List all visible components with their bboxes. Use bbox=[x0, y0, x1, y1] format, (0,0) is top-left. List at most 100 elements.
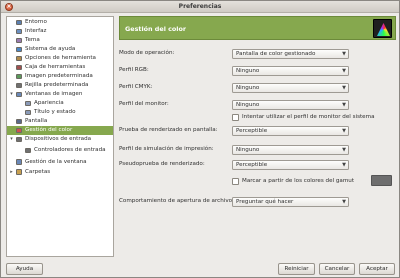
display-rendering-intent-label: Prueba de renderizado en pantalla: bbox=[119, 127, 218, 133]
cmyk-profile-value: Ninguno bbox=[236, 85, 260, 91]
tree-item-label: Interfaz bbox=[25, 28, 47, 34]
panel-header: Gestión del color bbox=[119, 16, 396, 40]
monitor-profile-label: Perfil del monitor: bbox=[119, 101, 169, 107]
interface-icon bbox=[16, 28, 22, 34]
color-triangle-icon bbox=[373, 19, 392, 38]
chevron-down-icon[interactable]: ▾ bbox=[9, 135, 14, 144]
cmyk-profile-label: Perfil CMYK: bbox=[119, 84, 153, 90]
tree-item-apariencia[interactable]: Apariencia bbox=[7, 99, 113, 108]
image-icon bbox=[16, 73, 22, 79]
monitor-profile-select[interactable]: Ninguno ▼ bbox=[232, 100, 349, 110]
print-simulation-profile-value: Ninguno bbox=[236, 147, 260, 153]
tree-item-interfaz[interactable]: Interfaz bbox=[7, 27, 113, 36]
tree-item-label: Ventanas de imagen bbox=[25, 91, 83, 97]
tree-item-pantalla[interactable]: Pantalla bbox=[7, 117, 113, 126]
panel-title: Gestión del color bbox=[125, 25, 187, 33]
tree-item-label: Pantalla bbox=[25, 118, 48, 124]
tree-item-label: Caja de herramientas bbox=[25, 64, 86, 70]
file-open-behavior-value: Preguntar qué hacer bbox=[236, 199, 294, 205]
file-open-behavior-select[interactable]: Preguntar qué hacer ▼ bbox=[232, 197, 349, 207]
operation-mode-label: Modo de operación: bbox=[119, 50, 175, 56]
reset-button[interactable]: Reiniciar bbox=[278, 263, 315, 275]
tree-item-gestion-de-la-ventana[interactable]: Gestión de la ventana bbox=[7, 157, 113, 167]
gamut-color-button[interactable] bbox=[371, 175, 392, 186]
operation-mode-value: Pantalla de color gestionado bbox=[236, 51, 316, 57]
chevron-down-icon[interactable]: ▾ bbox=[9, 90, 14, 99]
chevron-down-icon: ▼ bbox=[342, 147, 346, 153]
tree-item-label: Gestión de la ventana bbox=[25, 159, 87, 165]
cancel-button[interactable]: Cancelar bbox=[319, 263, 355, 275]
tree-item-dispositivos-de-entrada[interactable]: ▾ Dispositivos de entrada bbox=[7, 135, 113, 144]
rgb-profile-select[interactable]: Ninguno ▼ bbox=[232, 66, 349, 76]
appearance-icon bbox=[25, 100, 31, 106]
chevron-right-icon[interactable]: ▸ bbox=[9, 167, 14, 177]
tree-item-sistema-de-ayuda[interactable]: Sistema de ayuda bbox=[7, 45, 113, 54]
color-management-icon bbox=[16, 127, 22, 133]
tree-item-carpetas[interactable]: ▸ Carpetas bbox=[7, 167, 113, 177]
help-button[interactable]: Ayuda bbox=[6, 263, 43, 275]
preferences-window: × Preferencias Entorno Interfaz Tema Sis… bbox=[0, 0, 400, 278]
tree-item-imagen-predeterminada[interactable]: Imagen predeterminada bbox=[7, 72, 113, 81]
image-windows-icon bbox=[16, 91, 22, 97]
mark-out-of-gamut-label: Marcar a partir de los colores del gamut bbox=[242, 178, 355, 184]
tree-item-label: Controladores de entrada bbox=[34, 147, 106, 153]
window-management-icon bbox=[16, 159, 22, 165]
title-status-icon bbox=[25, 109, 31, 115]
tree-item-label: Opciones de herramienta bbox=[25, 55, 96, 61]
tree-item-ventanas-de-imagen[interactable]: ▾ Ventanas de imagen bbox=[7, 90, 113, 99]
tree-item-label: Título y estado bbox=[34, 109, 76, 115]
softproof-rendering-intent-select[interactable]: Perceptible ▼ bbox=[232, 160, 349, 170]
tree-item-label: Apariencia bbox=[34, 100, 64, 106]
accept-button[interactable]: Aceptar bbox=[359, 263, 395, 275]
theme-icon bbox=[16, 37, 22, 43]
tree-item-controladores-de-entrada[interactable]: Controladores de entrada bbox=[7, 144, 113, 157]
softproof-rendering-intent-value: Perceptible bbox=[236, 162, 268, 168]
chevron-down-icon: ▼ bbox=[342, 85, 346, 91]
toolbox-icon bbox=[16, 64, 22, 70]
tree-item-label: Entorno bbox=[25, 19, 47, 25]
monitor-profile-value: Ninguno bbox=[236, 102, 260, 108]
monitor-icon bbox=[16, 19, 22, 25]
chevron-down-icon: ▼ bbox=[342, 68, 346, 74]
print-simulation-profile-select[interactable]: Ninguno ▼ bbox=[232, 145, 349, 155]
input-controllers-icon bbox=[25, 147, 31, 153]
window-title: Preferencias bbox=[178, 3, 222, 10]
rgb-profile-label: Perfil RGB: bbox=[119, 67, 149, 73]
softproof-rendering-intent-label: Pseudoprueba de renderizado: bbox=[119, 161, 205, 167]
tree-item-opciones-de-herramienta[interactable]: Opciones de herramienta bbox=[7, 54, 113, 63]
display-rendering-intent-select[interactable]: Perceptible ▼ bbox=[232, 126, 349, 136]
tree-item-titulo-y-estado[interactable]: Título y estado bbox=[7, 108, 113, 117]
system-monitor-profile-checkbox[interactable] bbox=[232, 114, 239, 121]
input-devices-icon bbox=[16, 136, 22, 142]
print-simulation-profile-label: Perfil de simulación de impresión: bbox=[119, 146, 214, 152]
tree-item-label: Tema bbox=[25, 37, 40, 43]
title-bar: × Preferencias bbox=[1, 1, 399, 13]
chevron-down-icon: ▼ bbox=[342, 199, 346, 205]
tree-item-label: Imagen predeterminada bbox=[25, 73, 93, 79]
tree-item-label: Carpetas bbox=[25, 169, 51, 175]
tool-options-icon bbox=[16, 55, 22, 61]
display-rendering-intent-value: Perceptible bbox=[236, 128, 268, 134]
operation-mode-select[interactable]: Pantalla de color gestionado ▼ bbox=[232, 49, 349, 59]
cmyk-profile-select[interactable]: Ninguno ▼ bbox=[232, 83, 349, 93]
tree-item-label: Sistema de ayuda bbox=[25, 46, 76, 52]
grid-icon bbox=[16, 82, 22, 88]
tree-item-label: Gestión del color bbox=[25, 127, 73, 133]
chevron-down-icon: ▼ bbox=[342, 162, 346, 168]
close-window-icon[interactable]: × bbox=[5, 3, 13, 11]
folders-icon bbox=[16, 169, 22, 175]
help-icon bbox=[16, 46, 22, 52]
chevron-down-icon: ▼ bbox=[342, 102, 346, 108]
display-icon bbox=[16, 118, 22, 124]
tree-item-gestion-del-color[interactable]: Gestión del color bbox=[7, 126, 113, 135]
tree-item-label: Dispositivos de entrada bbox=[25, 136, 92, 142]
mark-out-of-gamut-checkbox[interactable] bbox=[232, 178, 239, 185]
tree-item-rejilla-predeterminada[interactable]: Rejilla predeterminada bbox=[7, 81, 113, 90]
tree-item-tema[interactable]: Tema bbox=[7, 36, 113, 45]
system-monitor-profile-label: Intentar utilizar el perfil de monitor d… bbox=[242, 114, 375, 120]
tree-item-caja-de-herramientas[interactable]: Caja de herramientas bbox=[7, 63, 113, 72]
chevron-down-icon: ▼ bbox=[342, 51, 346, 57]
rgb-profile-value: Ninguno bbox=[236, 68, 260, 74]
preferences-tree[interactable]: Entorno Interfaz Tema Sistema de ayuda O… bbox=[6, 16, 114, 257]
tree-item-entorno[interactable]: Entorno bbox=[7, 18, 113, 27]
